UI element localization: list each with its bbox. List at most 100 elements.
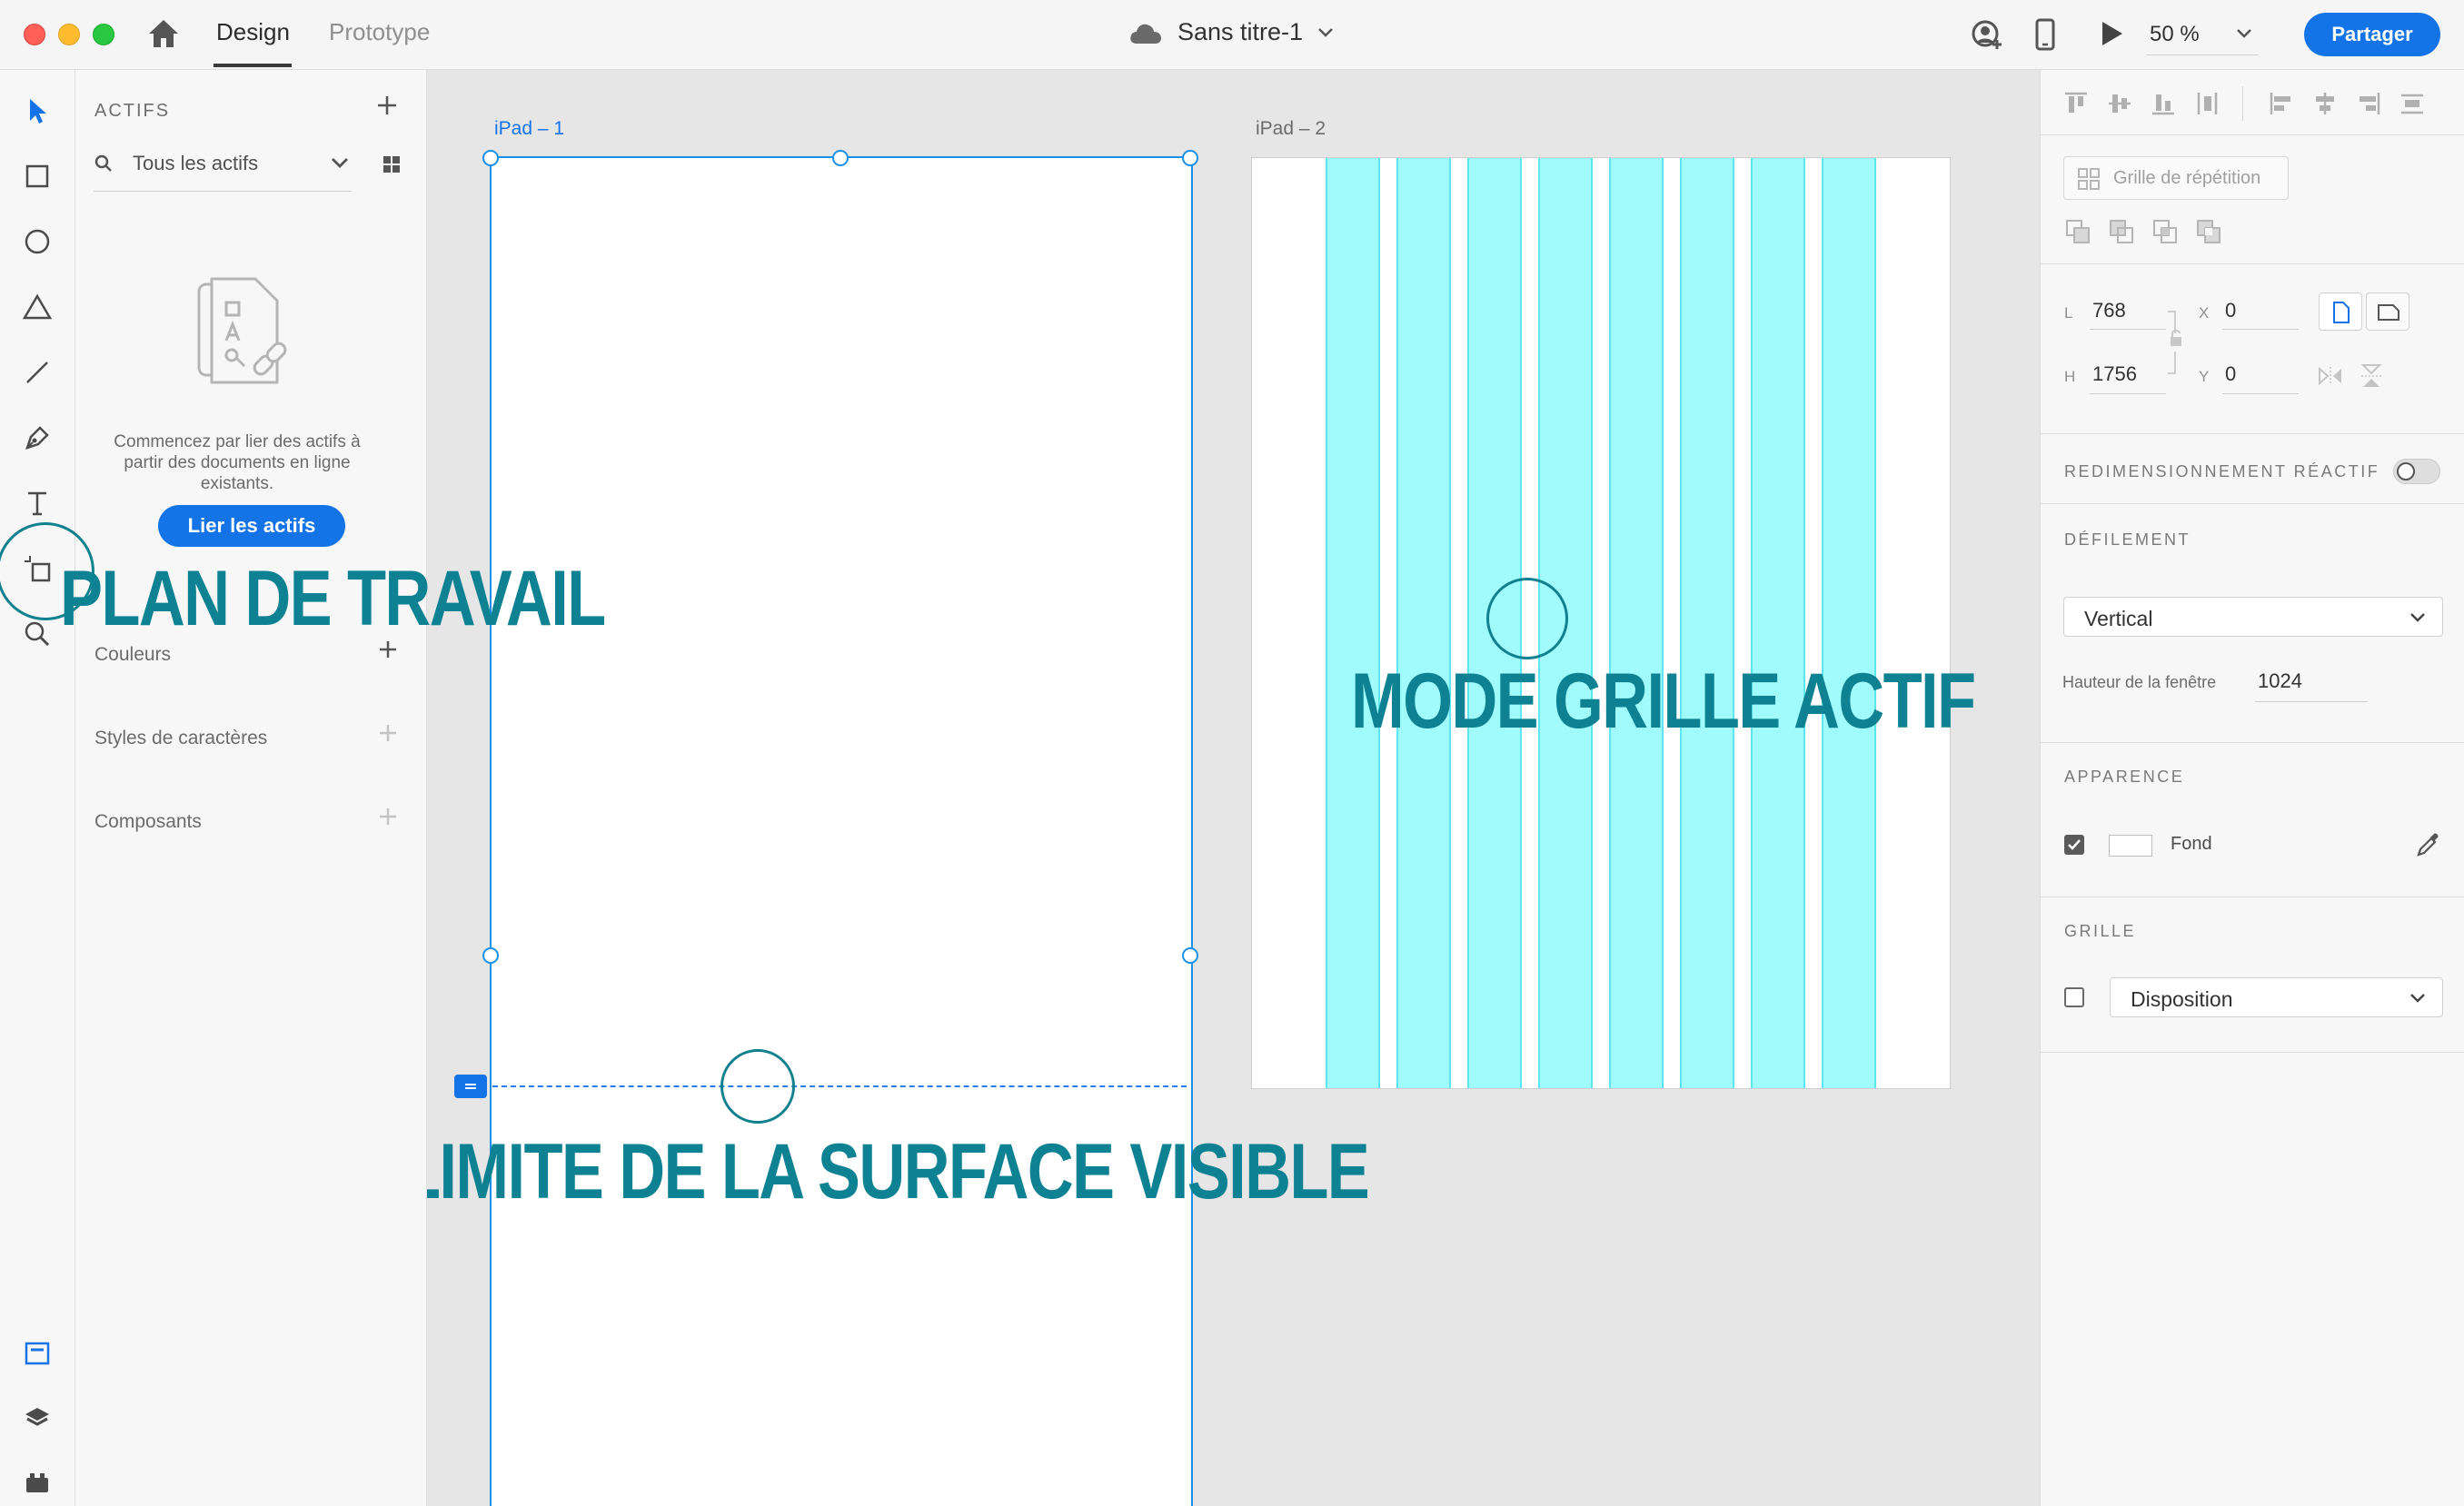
- text-tool-icon[interactable]: [18, 484, 56, 522]
- tab-prototype[interactable]: Prototype: [329, 18, 430, 46]
- line-tool-icon[interactable]: [18, 353, 56, 391]
- invite-user-icon[interactable]: [1972, 20, 2004, 55]
- viewport-limit-line[interactable]: [492, 1085, 1187, 1087]
- grid-title: GRILLE: [2064, 922, 2137, 940]
- zoom-select[interactable]: 50 %: [2146, 13, 2259, 55]
- resize-handle-top-center[interactable]: [832, 150, 849, 166]
- chevron-down-icon[interactable]: [1316, 26, 1335, 44]
- align-top-icon[interactable]: [2062, 90, 2090, 122]
- add-icon[interactable]: [375, 94, 399, 122]
- boolean-subtract-icon[interactable]: [2108, 218, 2135, 250]
- width-underline: [2090, 329, 2166, 330]
- document-title[interactable]: Sans titre-1: [1177, 18, 1303, 46]
- layout-grid-column: [1609, 158, 1664, 1088]
- grid-type-value: Disposition: [2131, 987, 2233, 1011]
- repeat-grid-button[interactable]: Grille de répétition: [2063, 156, 2289, 200]
- align-middle-icon[interactable]: [2106, 90, 2133, 122]
- design-canvas[interactable]: iPad – 1 iPad – 2 MODE GRILLE ACTIF LIMI…: [427, 70, 2039, 1506]
- eyedropper-icon[interactable]: [2415, 831, 2442, 863]
- grid-view-icon[interactable]: [383, 155, 401, 178]
- device-preview-icon[interactable]: [2035, 18, 2055, 55]
- home-icon[interactable]: [147, 18, 180, 54]
- height-letter: H: [2064, 368, 2076, 385]
- layers-icon[interactable]: [18, 1399, 56, 1437]
- align-bottom-icon[interactable]: [2150, 90, 2177, 122]
- assets-empty-message: Commencez par lier des actifs à partir d…: [114, 432, 361, 493]
- assets-filter-select[interactable]: Tous les actifs: [133, 152, 258, 175]
- fill-color-swatch[interactable]: [2109, 835, 2152, 857]
- distribute-vertical-icon[interactable]: [2399, 90, 2426, 122]
- viewport-limit-handle-icon[interactable]: [454, 1075, 487, 1098]
- viewport-height-field[interactable]: 1024: [2258, 669, 2302, 693]
- tool-bar: [0, 70, 75, 1506]
- resize-handle-top-right[interactable]: [1182, 150, 1198, 166]
- divider: [2041, 433, 2464, 434]
- fill-checkbox[interactable]: [2064, 835, 2084, 855]
- boolean-exclude-icon[interactable]: [2195, 218, 2222, 250]
- scrolling-title: DÉFILEMENT: [2064, 530, 2191, 549]
- layout-grid-column: [1822, 158, 1876, 1088]
- height-underline: [2090, 393, 2166, 394]
- chevron-down-icon[interactable]: [330, 157, 350, 174]
- grid-mode-highlight-circle: [1486, 578, 1568, 659]
- height-field[interactable]: 1756: [2092, 362, 2137, 386]
- flip-vertical-icon[interactable]: [2360, 362, 2382, 394]
- align-left-icon[interactable]: [2268, 90, 2295, 122]
- select-tool-icon[interactable]: [18, 92, 56, 130]
- add-character-style-icon[interactable]: [378, 723, 398, 748]
- zoom-tool-icon[interactable]: [18, 615, 56, 653]
- boolean-intersect-icon[interactable]: [2151, 218, 2179, 250]
- window-zoom-button[interactable]: [93, 24, 114, 45]
- add-component-icon[interactable]: [378, 807, 398, 831]
- boolean-add-icon[interactable]: [2064, 218, 2091, 250]
- divider: [2041, 742, 2464, 743]
- assets-panel: ACTIFS Tous les actifs Commencez par lie…: [75, 70, 427, 1506]
- width-letter: L: [2064, 304, 2073, 322]
- portrait-orientation-icon[interactable]: [2319, 292, 2362, 331]
- grid-type-select[interactable]: Disposition: [2110, 977, 2443, 1017]
- ellipse-tool-icon[interactable]: [18, 223, 56, 261]
- appearance-title: APPARENCE: [2064, 768, 2185, 786]
- toggle-knob: [2397, 462, 2415, 481]
- components-section-label[interactable]: Composants: [94, 811, 202, 833]
- resize-handle-top-left[interactable]: [482, 150, 499, 166]
- fill-label: Fond: [2171, 834, 2212, 854]
- active-tab-indicator: [214, 64, 292, 67]
- landscape-orientation-icon[interactable]: [2366, 292, 2409, 331]
- align-right-icon[interactable]: [2355, 90, 2382, 122]
- responsive-resize-toggle[interactable]: [2393, 459, 2440, 484]
- window-minimize-button[interactable]: [58, 24, 80, 45]
- share-button[interactable]: Partager: [2304, 13, 2440, 56]
- grid-checkbox[interactable]: [2064, 987, 2084, 1007]
- link-assets-button[interactable]: Lier les actifs: [158, 505, 345, 547]
- polygon-tool-icon[interactable]: [18, 288, 56, 326]
- resize-handle-middle-right[interactable]: [1182, 947, 1198, 964]
- colors-section-label[interactable]: Couleurs: [94, 644, 171, 666]
- resize-handle-middle-left[interactable]: [482, 947, 499, 964]
- character-styles-section-label[interactable]: Styles de caractères: [94, 728, 267, 749]
- scrolling-value: Vertical: [2084, 607, 2153, 630]
- artboard-2-label[interactable]: iPad – 2: [1256, 118, 1326, 140]
- divider: [2041, 134, 2464, 135]
- align-center-icon[interactable]: [2311, 90, 2339, 122]
- plugins-icon[interactable]: [18, 1463, 56, 1501]
- divider: [2041, 503, 2464, 504]
- artboard-ipad-1[interactable]: [490, 156, 1193, 1506]
- y-field[interactable]: 0: [2225, 362, 2236, 386]
- play-icon[interactable]: [2099, 20, 2124, 52]
- chevron-down-icon: [2409, 992, 2426, 1008]
- window-close-button[interactable]: [24, 24, 45, 45]
- distribute-horizontal-icon[interactable]: [2193, 90, 2221, 122]
- flip-horizontal-icon[interactable]: [2317, 366, 2344, 391]
- x-field[interactable]: 0: [2225, 299, 2236, 322]
- scrolling-select[interactable]: Vertical: [2063, 597, 2443, 637]
- assets-panel-icon[interactable]: [18, 1334, 56, 1372]
- lock-aspect-icon[interactable]: [2166, 304, 2186, 385]
- artboard-1-label[interactable]: iPad – 1: [494, 118, 564, 140]
- tab-design[interactable]: Design: [216, 18, 290, 46]
- pen-tool-icon[interactable]: [18, 419, 56, 457]
- x-letter: X: [2199, 304, 2210, 322]
- artboard-ipad-2[interactable]: [1251, 157, 1951, 1089]
- width-field[interactable]: 768: [2092, 299, 2126, 322]
- rectangle-tool-icon[interactable]: [18, 157, 56, 195]
